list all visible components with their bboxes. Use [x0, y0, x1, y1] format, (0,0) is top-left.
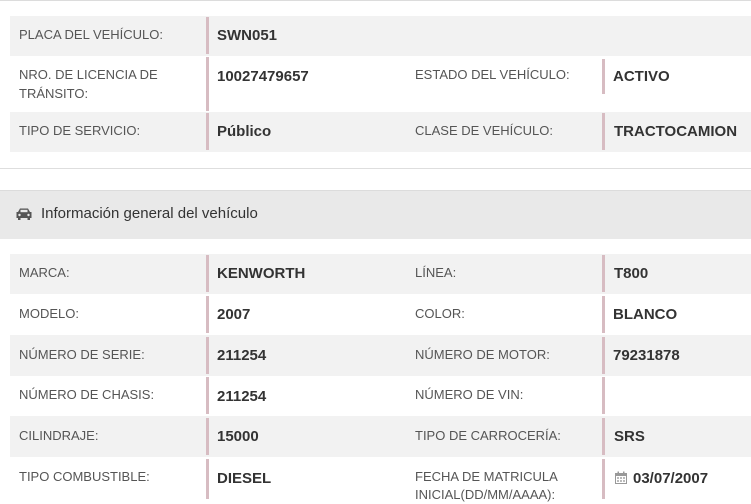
carroceria-label: TIPO DE CARROCERÍA:: [415, 428, 561, 443]
clase-value: TRACTOCAMION: [614, 123, 738, 140]
section-title: Información general del vehículo: [41, 205, 258, 222]
row-licencia: NRO. DE LICENCIA DE TRÁNSITO: 1002747965…: [10, 56, 751, 112]
motor-value: 79231878: [613, 347, 680, 364]
accent-bar: [602, 377, 605, 414]
carroceria-value: SRS: [614, 428, 645, 445]
cilindraje-value: 15000: [217, 428, 259, 445]
row-combustible: TIPO COMBUSTIBLE: DIESEL FECHA DE MATRIC…: [10, 457, 751, 502]
combustible-value: DIESEL: [217, 470, 272, 487]
modelo-label: MODELO:: [19, 306, 79, 321]
section-divider: [0, 168, 751, 169]
accent-bar: [206, 57, 209, 111]
estado-label: ESTADO DEL VEHÍCULO:: [415, 67, 570, 82]
chasis-value: 211254: [217, 388, 267, 405]
accent-bar: [206, 113, 209, 150]
car-icon: [16, 208, 32, 220]
licencia-label-line1: NRO. DE LICENCIA DE: [19, 67, 158, 82]
accent-bar: [602, 113, 605, 150]
row-placa: PLACA DEL VEHÍCULO: SWN051: [10, 16, 751, 56]
linea-value: T800: [614, 265, 649, 282]
general-section-header[interactable]: Información general del vehículo: [0, 190, 751, 239]
estado-value: ACTIVO: [613, 68, 670, 85]
modelo-value: 2007: [217, 306, 251, 323]
placa-value: SWN051: [217, 27, 278, 44]
linea-label: LÍNEA:: [415, 265, 457, 280]
licencia-value: 10027479657: [217, 68, 309, 85]
vin-label: NÚMERO DE VIN:: [415, 387, 524, 402]
motor-label: NÚMERO DE MOTOR:: [415, 347, 550, 362]
matricula-label-line1: FECHA DE MATRICULA: [415, 469, 558, 484]
row-serie: NÚMERO DE SERIE: 211254 NÚMERO DE MOTOR:…: [10, 335, 751, 376]
cilindraje-label: CILINDRAJE:: [19, 428, 99, 443]
accent-bar: [602, 459, 605, 499]
accent-bar: [602, 255, 605, 292]
serie-label: NÚMERO DE SERIE:: [19, 347, 145, 362]
accent-bar: [206, 17, 209, 54]
marca-label: MARCA:: [19, 265, 70, 280]
calendar-icon: [615, 471, 627, 484]
matricula-label-line2: INICIAL(DD/MM/AAAA):: [415, 487, 556, 502]
color-value: BLANCO: [613, 306, 678, 323]
accent-bar: [206, 296, 209, 333]
accent-bar: [206, 255, 209, 292]
placa-label: PLACA DEL VEHÍCULO:: [19, 27, 164, 42]
accent-bar: [602, 59, 605, 94]
row-servicio: TIPO DE SERVICIO: Público CLASE DE VEHÍC…: [10, 112, 751, 152]
licencia-label-line2: TRÁNSITO:: [19, 86, 89, 101]
accent-bar: [206, 337, 209, 374]
serie-value: 211254: [217, 347, 267, 364]
marca-value: KENWORTH: [217, 265, 306, 282]
row-chasis: NÚMERO DE CHASIS: 211254 NÚMERO DE VIN:: [10, 376, 751, 416]
row-marca: MARCA: KENWORTH LÍNEA: T800: [10, 254, 751, 294]
accent-bar: [206, 418, 209, 455]
accent-bar: [206, 459, 209, 499]
accent-bar: [602, 418, 605, 455]
chasis-label: NÚMERO DE CHASIS:: [19, 387, 155, 402]
accent-bar: [602, 296, 605, 333]
color-label: COLOR:: [415, 306, 465, 321]
matricula-value: 03/07/2007: [633, 470, 709, 487]
row-cilindraje: CILINDRAJE: 15000 TIPO DE CARROCERÍA: SR…: [10, 416, 751, 457]
servicio-value: Público: [217, 123, 272, 140]
combustible-label: TIPO COMBUSTIBLE:: [19, 469, 150, 484]
accent-bar: [206, 377, 209, 414]
accent-bar: [602, 337, 605, 374]
top-border: [0, 0, 751, 1]
servicio-label: TIPO DE SERVICIO:: [19, 123, 141, 138]
row-modelo: MODELO: 2007 COLOR: BLANCO: [10, 294, 751, 335]
clase-label: CLASE DE VEHÍCULO:: [415, 123, 553, 138]
